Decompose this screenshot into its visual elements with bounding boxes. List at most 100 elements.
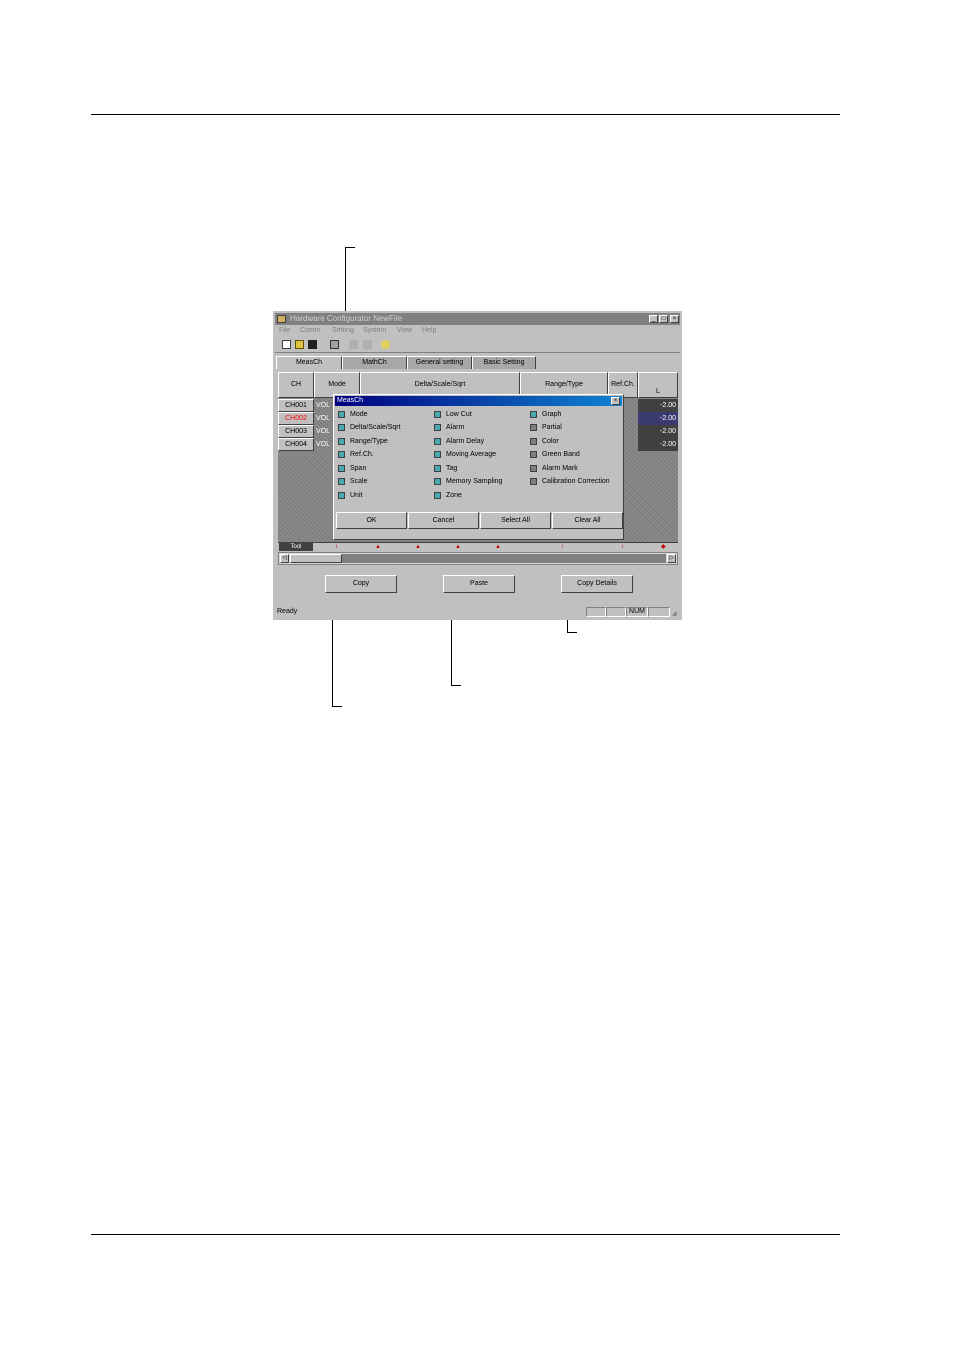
clear-all-button[interactable]: Clear All xyxy=(552,512,623,529)
checkbox[interactable] xyxy=(530,437,537,445)
tool-row-label: Tool xyxy=(279,543,313,551)
option-alarm-mark[interactable]: Alarm Mark xyxy=(530,463,578,473)
menu-view[interactable]: View xyxy=(397,327,412,334)
scroll-right-icon[interactable]: ▷ xyxy=(667,554,676,563)
cancel-button[interactable]: Cancel xyxy=(408,512,479,529)
resize-grip-icon[interactable]: ◢ xyxy=(672,610,677,617)
option-moving-average[interactable]: Moving Average xyxy=(434,449,496,459)
tab-basic-setting[interactable]: Basic Setting xyxy=(472,356,536,369)
triangle-up-icon[interactable]: ▲ xyxy=(415,544,421,551)
status-ready: Ready xyxy=(277,608,298,615)
option-color[interactable]: Color xyxy=(530,436,559,446)
option-calibration-correction[interactable]: Calibration Correction xyxy=(530,476,610,486)
checkbox[interactable] xyxy=(338,464,345,472)
value-cell[interactable]: -2.00 xyxy=(638,425,678,438)
scroll-left-icon[interactable]: ◁ xyxy=(280,554,289,563)
triangle-up-icon[interactable]: ▲ xyxy=(455,544,461,551)
option-alarm[interactable]: Alarm xyxy=(434,422,464,432)
row-header-ch004[interactable]: CH004 xyxy=(278,438,314,451)
option-delta-scale-sqrt[interactable]: Delta/Scale/Sqrt xyxy=(338,422,401,432)
option-mode[interactable]: Mode xyxy=(338,409,368,419)
option-range-type[interactable]: Range/Type xyxy=(338,436,388,446)
option-low-cut[interactable]: Low Cut xyxy=(434,409,472,419)
triangle-up-icon[interactable]: ▲ xyxy=(495,544,501,551)
tab-strip: MeasCh MathCh General setting Basic Sett… xyxy=(276,356,679,370)
paste-button[interactable]: Paste xyxy=(443,575,515,593)
option-partial[interactable]: Partial xyxy=(530,422,562,432)
header-rule xyxy=(91,114,840,115)
send-icon[interactable] xyxy=(349,340,358,349)
row-header-ch003[interactable]: CH003 xyxy=(278,425,314,438)
updown-arrow-icon[interactable]: ↕ xyxy=(561,544,564,551)
select-all-button[interactable]: Select All xyxy=(480,512,551,529)
checkbox[interactable] xyxy=(434,477,441,485)
menu-setting[interactable]: Setting xyxy=(332,327,354,334)
checkbox[interactable] xyxy=(338,477,345,485)
option-span[interactable]: Span xyxy=(338,463,366,473)
row-header-ch001[interactable]: CH001 xyxy=(278,399,314,412)
checkbox[interactable] xyxy=(434,464,441,472)
dialog-close-button[interactable]: × xyxy=(611,397,620,405)
option-graph[interactable]: Graph xyxy=(530,409,561,419)
marker-icon[interactable]: ◆ xyxy=(661,544,666,551)
option-label: Mode xyxy=(350,410,368,418)
option-unit[interactable]: Unit xyxy=(338,490,362,500)
tab-measch[interactable]: MeasCh xyxy=(276,356,342,369)
status-panel xyxy=(606,607,626,617)
checkbox[interactable] xyxy=(530,477,537,485)
help-icon[interactable] xyxy=(381,340,390,349)
save-icon[interactable] xyxy=(308,340,317,349)
checkbox[interactable] xyxy=(338,437,345,445)
option-tag[interactable]: Tag xyxy=(434,463,457,473)
checkbox[interactable] xyxy=(338,491,345,499)
option-memory-sampling[interactable]: Memory Sampling xyxy=(434,476,502,486)
triangle-up-icon[interactable]: ▲ xyxy=(375,544,381,551)
checkbox[interactable] xyxy=(338,423,345,431)
menu-comm[interactable]: Comm xyxy=(300,327,321,334)
updown-arrow-icon[interactable]: ↕ xyxy=(621,544,624,551)
checkbox[interactable] xyxy=(434,491,441,499)
dialog-title: MeasCh xyxy=(337,397,364,404)
row-header-ch002[interactable]: CH002 xyxy=(278,412,314,425)
checkbox[interactable] xyxy=(434,450,441,458)
checkbox[interactable] xyxy=(338,410,345,418)
tab-general-setting[interactable]: General setting xyxy=(407,356,472,369)
value-cell[interactable]: -2.00 xyxy=(638,412,678,425)
col-header-l[interactable]: L xyxy=(638,372,678,398)
maximize-button[interactable]: □ xyxy=(659,315,668,323)
open-folder-icon[interactable] xyxy=(295,340,304,349)
menu-system[interactable]: System xyxy=(363,327,386,334)
ok-button[interactable]: OK xyxy=(336,512,407,529)
checkbox[interactable] xyxy=(530,464,537,472)
close-button[interactable]: × xyxy=(670,315,679,323)
checkbox[interactable] xyxy=(434,437,441,445)
new-file-icon[interactable] xyxy=(282,340,291,349)
checkbox[interactable] xyxy=(530,423,537,431)
checkbox[interactable] xyxy=(530,450,537,458)
minimize-button[interactable]: _ xyxy=(649,315,658,323)
value-cell[interactable]: -2.00 xyxy=(638,438,678,451)
option-ref-ch[interactable]: Ref.Ch. xyxy=(338,449,374,459)
print-icon[interactable] xyxy=(330,340,339,349)
scroll-thumb[interactable] xyxy=(290,554,342,563)
option-green-band[interactable]: Green Band xyxy=(530,449,580,459)
checkbox[interactable] xyxy=(434,423,441,431)
col-header-ch[interactable]: CH xyxy=(278,372,314,398)
checkbox[interactable] xyxy=(434,410,441,418)
checkbox[interactable] xyxy=(530,410,537,418)
option-label: Alarm Mark xyxy=(542,464,578,472)
scroll-track[interactable] xyxy=(342,554,666,563)
menu-help[interactable]: Help xyxy=(422,327,436,334)
copy-button[interactable]: Copy xyxy=(325,575,397,593)
horizontal-scrollbar[interactable]: ◁ ▷ xyxy=(278,552,678,565)
option-zone[interactable]: Zone xyxy=(434,490,462,500)
checkbox[interactable] xyxy=(338,450,345,458)
receive-icon[interactable] xyxy=(363,340,372,349)
option-alarm-delay[interactable]: Alarm Delay xyxy=(434,436,484,446)
value-cell[interactable]: -2.00 xyxy=(638,399,678,412)
option-scale[interactable]: Scale xyxy=(338,476,368,486)
menu-file[interactable]: File xyxy=(279,327,290,334)
updown-arrow-icon[interactable]: ↕ xyxy=(335,544,338,551)
copy-details-button[interactable]: Copy Details xyxy=(561,575,633,593)
tab-mathch[interactable]: MathCh xyxy=(342,356,407,369)
